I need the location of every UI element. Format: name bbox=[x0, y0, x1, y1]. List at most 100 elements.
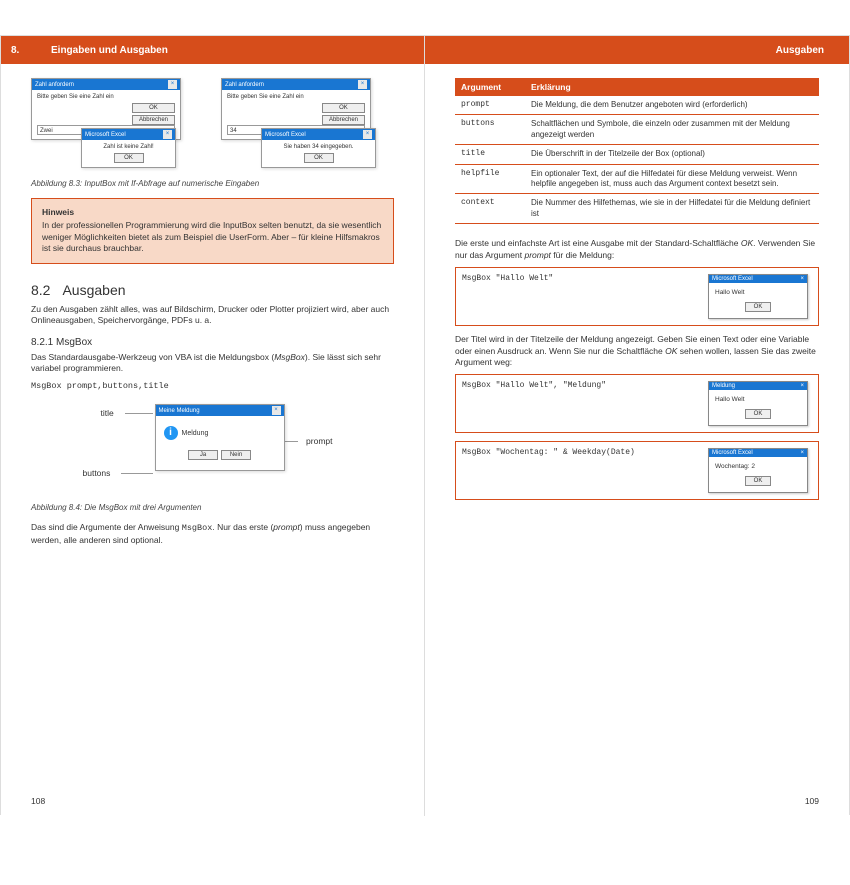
msgbox-preview: Meldung × Hallo Welt OK bbox=[708, 381, 808, 426]
dialog-message: Hallo Welt bbox=[715, 396, 801, 403]
msgbox-example: Meine Meldung × i Meldung Ja Nein bbox=[155, 404, 285, 471]
figure-caption: Abbildung 8.3: InputBox mit If-Abfrage a… bbox=[31, 179, 394, 188]
hint-box: Hinweis In der professionellen Programmi… bbox=[31, 198, 394, 264]
code-example-2: MsgBox "Hallo Welt", "Meldung" Meldung × … bbox=[455, 374, 819, 433]
msgbox-result-2: Microsoft Excel × Sie haben 34 eingegeben… bbox=[261, 128, 376, 168]
arg-name: context bbox=[455, 194, 525, 224]
dialog-message: Wochentag: 2 bbox=[715, 463, 801, 470]
label-buttons: buttons bbox=[83, 468, 111, 478]
dialog-message: Sie haben 34 eingegeben. bbox=[267, 144, 370, 150]
code-text: MsgBox "Hallo Welt", "Meldung" bbox=[456, 375, 698, 432]
section-running-head: Ausgaben bbox=[776, 45, 824, 56]
ok-button[interactable]: OK bbox=[745, 302, 772, 312]
dialog-title: Zahl anfordern bbox=[225, 82, 264, 88]
table-row: contextDie Nummer des Hilfethemas, wie s… bbox=[455, 194, 819, 224]
subsection-heading: 8.2.1 MsgBox bbox=[31, 337, 394, 348]
dialog-title: Microsoft Excel bbox=[712, 450, 753, 456]
arg-desc: Ein optionaler Text, der auf die Hilfeda… bbox=[525, 164, 819, 194]
close-icon[interactable]: × bbox=[168, 80, 177, 89]
ok-button[interactable]: OK bbox=[114, 153, 144, 163]
chapter-number: 8. bbox=[11, 45, 51, 56]
arg-desc: Die Nummer des Hilfethemas, wie sie in d… bbox=[525, 194, 819, 224]
dialog-message: Zahl ist keine Zahl! bbox=[87, 144, 170, 150]
arg-name: prompt bbox=[455, 96, 525, 115]
page-number: 108 bbox=[31, 796, 45, 806]
hint-body: In der professionellen Programmierung wi… bbox=[42, 220, 383, 254]
msgbox-preview: Microsoft Excel × Wochentag: 2 OK bbox=[708, 448, 808, 493]
msgbox-diagram: title prompt buttons Meine Meldung × i Me… bbox=[83, 402, 343, 497]
cancel-button[interactable]: Abbrechen bbox=[322, 115, 365, 125]
code-example-1: MsgBox "Hallo Welt" Microsoft Excel × Hal… bbox=[455, 267, 819, 326]
arg-name: buttons bbox=[455, 115, 525, 145]
ok-button[interactable]: OK bbox=[745, 476, 772, 486]
figure-caption: Abbildung 8.4: Die MsgBox mit drei Argum… bbox=[31, 503, 394, 512]
dialog-title: Meldung bbox=[712, 383, 735, 389]
section-title: Ausgaben bbox=[62, 282, 125, 298]
label-title: title bbox=[101, 408, 114, 418]
dialog-title: Microsoft Excel bbox=[265, 132, 306, 138]
section-heading: 8.2 Ausgaben bbox=[31, 282, 394, 298]
close-icon[interactable]: × bbox=[800, 276, 804, 282]
arg-desc: Schaltflächen und Symbole, die einzeln o… bbox=[525, 115, 819, 145]
page-number: 109 bbox=[805, 796, 819, 806]
dialog-prompt: Bitte geben Sie eine Zahl ein bbox=[227, 94, 365, 100]
dialog-group-1: Zahl anfordern × Bitte geben Sie eine Zah… bbox=[31, 78, 191, 173]
ok-button[interactable]: OK bbox=[745, 409, 772, 419]
dialog-title: Meine Meldung bbox=[159, 408, 200, 414]
hint-title: Hinweis bbox=[42, 207, 383, 218]
arg-desc: Die Meldung, die dem Benutzer angeboten … bbox=[525, 96, 819, 115]
paragraph: Die erste und einfachste Art ist eine Au… bbox=[455, 238, 819, 261]
cancel-button[interactable]: Abbrechen bbox=[132, 115, 175, 125]
paragraph: Das Standardausgabe-Werkzeug von VBA ist… bbox=[31, 352, 394, 375]
chapter-title: Eingaben und Ausgaben bbox=[51, 45, 168, 56]
table-row: helpfileEin optionaler Text, der auf die… bbox=[455, 164, 819, 194]
book-spread: 8. Eingaben und Ausgaben Zahl anfordern ×… bbox=[0, 35, 850, 815]
dialog-title: Microsoft Excel bbox=[712, 276, 753, 282]
left-content: Zahl anfordern × Bitte geben Sie eine Zah… bbox=[31, 78, 394, 546]
table-header: Erklärung bbox=[525, 78, 819, 96]
table-row: titleDie Überschrift in der Titelzeile d… bbox=[455, 145, 819, 164]
page-left: 8. Eingaben und Ausgaben Zahl anfordern ×… bbox=[1, 36, 425, 816]
code-line: MsgBox prompt,buttons,title bbox=[31, 381, 394, 392]
header-left: 8. Eingaben und Ausgaben bbox=[1, 36, 424, 64]
info-icon: i bbox=[164, 426, 178, 440]
no-button[interactable]: Nein bbox=[221, 450, 251, 460]
arg-name: title bbox=[455, 145, 525, 164]
header-right: Ausgaben bbox=[425, 36, 849, 64]
dialog-group-2: Zahl anfordern × Bitte geben Sie eine Zah… bbox=[221, 78, 381, 173]
table-row: promptDie Meldung, die dem Benutzer ange… bbox=[455, 96, 819, 115]
dialog-mockups: Zahl anfordern × Bitte geben Sie eine Zah… bbox=[31, 78, 394, 173]
arguments-table: Argument Erklärung promptDie Meldung, di… bbox=[455, 78, 819, 224]
right-content: Argument Erklärung promptDie Meldung, di… bbox=[455, 78, 819, 500]
section-number: 8.2 bbox=[31, 282, 50, 298]
arg-desc: Die Überschrift in der Titelzeile der Bo… bbox=[525, 145, 819, 164]
paragraph: Das sind die Argumente der Anweisung Msg… bbox=[31, 522, 394, 546]
dialog-title: Zahl anfordern bbox=[35, 82, 74, 88]
yes-button[interactable]: Ja bbox=[188, 450, 218, 460]
table-row: buttonsSchaltflächen und Symbole, die ei… bbox=[455, 115, 819, 145]
paragraph: Zu den Ausgaben zählt alles, was auf Bil… bbox=[31, 304, 394, 327]
msgbox-preview: Microsoft Excel × Hallo Welt OK bbox=[708, 274, 808, 319]
close-icon[interactable]: × bbox=[800, 450, 804, 456]
ok-button[interactable]: OK bbox=[132, 103, 175, 113]
dialog-prompt: Bitte geben Sie eine Zahl ein bbox=[37, 94, 175, 100]
close-icon[interactable]: × bbox=[163, 130, 172, 139]
page-right: Ausgaben Argument Erklärung promptDie Me… bbox=[425, 36, 849, 816]
close-icon[interactable]: × bbox=[272, 406, 281, 415]
dialog-title: Microsoft Excel bbox=[85, 132, 126, 138]
msgbox-result-1: Microsoft Excel × Zahl ist keine Zahl! OK bbox=[81, 128, 176, 168]
dialog-message: Meldung bbox=[182, 430, 209, 437]
close-icon[interactable]: × bbox=[800, 383, 804, 389]
ok-button[interactable]: OK bbox=[322, 103, 365, 113]
dialog-message: Hallo Welt bbox=[715, 289, 801, 296]
close-icon[interactable]: × bbox=[363, 130, 372, 139]
table-header: Argument bbox=[455, 78, 525, 96]
paragraph: Der Titel wird in der Titelzeile der Mel… bbox=[455, 334, 819, 368]
code-text: MsgBox "Hallo Welt" bbox=[456, 268, 698, 325]
code-example-3: MsgBox "Wochentag: " & Weekday(Date) Mic… bbox=[455, 441, 819, 500]
code-text: MsgBox "Wochentag: " & Weekday(Date) bbox=[456, 442, 698, 499]
ok-button[interactable]: OK bbox=[304, 153, 334, 163]
close-icon[interactable]: × bbox=[358, 80, 367, 89]
arg-name: helpfile bbox=[455, 164, 525, 194]
label-prompt: prompt bbox=[306, 436, 332, 446]
